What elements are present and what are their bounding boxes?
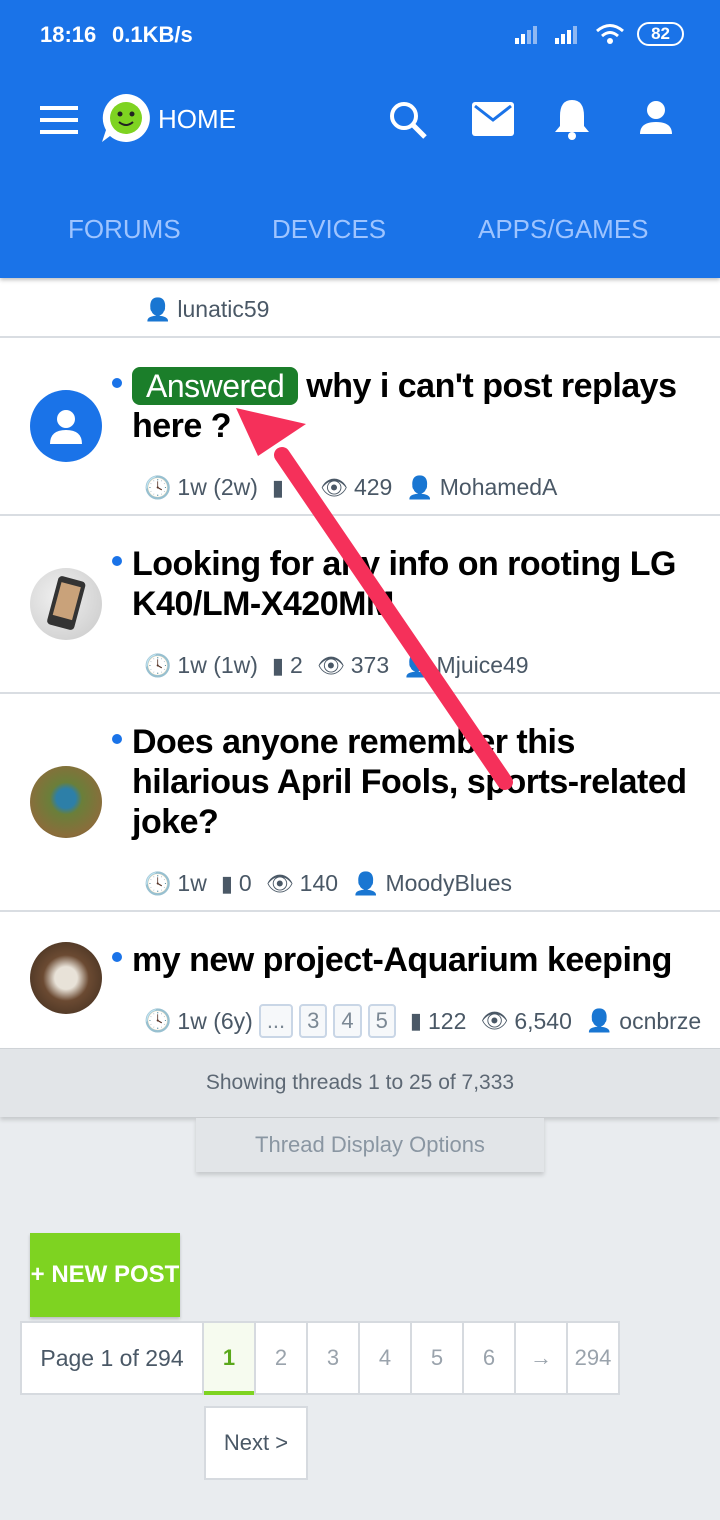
bell-icon[interactable] — [554, 96, 590, 140]
thread-replies: 0 — [238, 870, 252, 896]
avatar[interactable] — [30, 568, 102, 640]
next-page-button[interactable]: Next > — [204, 1406, 308, 1480]
tab-devices[interactable]: DEVICES — [272, 214, 386, 245]
clock-icon: 🕓 — [144, 870, 172, 896]
clock: 18:16 — [40, 22, 97, 47]
user-icon: 👤 — [352, 870, 380, 896]
eye-icon: 👁 — [480, 1008, 509, 1033]
thread-row[interactable]: Answered why i can't post replays here ? … — [0, 338, 720, 516]
status-icons: 82 — [515, 22, 684, 46]
phone-avatar-icon — [47, 576, 86, 630]
search-icon[interactable] — [388, 100, 428, 140]
mail-icon[interactable] — [472, 102, 514, 136]
tab-apps-games[interactable]: APPS/GAMES — [478, 214, 649, 245]
thread-replies: 122 — [428, 1007, 467, 1034]
page-indicator: Page 1 of 294 — [22, 1323, 204, 1393]
thread-replies: 2 — [290, 652, 303, 678]
unread-dot — [112, 952, 122, 962]
unread-dot — [112, 378, 122, 388]
page-link-last[interactable]: 294 — [568, 1323, 618, 1393]
thread-age: 1w — [177, 870, 207, 896]
thread-age: 1w (1w) — [177, 652, 258, 678]
thread-author[interactable]: ocnbrze — [619, 1008, 701, 1035]
network-speed: 0.1KB/s — [112, 22, 193, 47]
app-header: 18:16 0.1KB/s 82 HOME FORUMS DEVICES APP… — [0, 0, 720, 278]
page-jump-arrow[interactable]: → — [516, 1323, 568, 1393]
signal-icon — [555, 26, 578, 44]
eye-icon: 👁 — [316, 652, 345, 678]
pagination: Page 1 of 294 1 2 3 4 5 6 → 294 — [20, 1321, 620, 1395]
account-icon[interactable] — [640, 100, 672, 136]
status-bar: 18:16 0.1KB/s 82 — [0, 0, 720, 70]
page-link[interactable]: 6 — [464, 1323, 516, 1393]
answered-badge: Answered — [132, 367, 299, 405]
avatar[interactable] — [30, 390, 102, 462]
battery-indicator: 82 — [637, 22, 684, 46]
thread-row[interactable]: Does anyone remember this hilarious Apri… — [0, 694, 720, 912]
thread-views: 6,540 — [514, 1007, 572, 1034]
thread-display-options-button[interactable]: Thread Display Options — [196, 1118, 544, 1172]
xda-logo-icon[interactable] — [100, 92, 152, 144]
comment-icon: ▮ — [271, 652, 285, 678]
thread-views: 140 — [299, 870, 339, 896]
tab-forums[interactable]: FORUMS — [68, 214, 181, 245]
clock-icon: 🕓 — [144, 652, 172, 678]
comment-icon: ▮ — [271, 474, 285, 500]
comment-icon: ▮ — [220, 870, 233, 896]
unread-dot — [112, 734, 122, 744]
threads-summary-bar: Showing threads 1 to 25 of 7,333 — [0, 1048, 720, 1117]
thread-row[interactable]: Looking for any info on rooting LG K40/L… — [0, 516, 720, 694]
user-icon: 👤 — [403, 652, 431, 678]
eye-icon: 👁 — [265, 870, 294, 896]
page-link[interactable]: 2 — [256, 1323, 308, 1393]
clock-icon: 🕓 — [144, 1008, 172, 1033]
thread-author[interactable]: lunatic59 — [177, 296, 269, 323]
thread-row[interactable]: my new project-Aquarium keeping 🕓 1w (6y… — [0, 912, 720, 1048]
thread-meta: 🕓 1w (1w) ▮ 2 👁 373 👤 Mjuice49 — [144, 652, 529, 679]
thread-author[interactable]: Mjuice49 — [437, 652, 529, 679]
thread-author[interactable]: MoodyBlues — [385, 870, 512, 897]
user-icon: 👤 — [144, 296, 172, 322]
thread-age: 1w (6y) — [177, 1007, 253, 1034]
user-icon: 👤 — [406, 474, 434, 500]
section-tabs: FORUMS DEVICES APPS/GAMES — [0, 200, 720, 260]
thread-page-link[interactable]: 5 — [367, 1004, 396, 1038]
thread-title[interactable]: Does anyone remember this hilarious Apri… — [132, 722, 712, 842]
eye-icon: 👁 — [320, 474, 348, 500]
thread-views: 373 — [350, 652, 390, 678]
thread-meta: 👤 lunatic59 — [144, 296, 269, 323]
unread-dot — [112, 556, 122, 566]
thread-age: 1w (2w) — [177, 474, 258, 500]
default-user-icon — [50, 410, 82, 444]
new-post-button[interactable]: + NEW POST — [30, 1233, 180, 1317]
hamburger-menu-icon[interactable] — [40, 106, 80, 134]
page-link[interactable]: 4 — [360, 1323, 412, 1393]
page-link[interactable]: 3 — [308, 1323, 360, 1393]
user-icon: 👤 — [585, 1008, 614, 1033]
top-app-bar: HOME — [0, 86, 720, 150]
threads-count: Showing threads 1 to 25 of 7,333 — [205, 1071, 515, 1094]
home-link[interactable]: HOME — [158, 104, 236, 135]
thread-title[interactable]: my new project-Aquarium keeping — [132, 940, 712, 980]
thread-title[interactable]: Looking for any info on rooting LG K40/L… — [132, 544, 712, 624]
avatar[interactable] — [30, 942, 102, 1014]
clock-icon: 🕓 — [144, 474, 172, 500]
thread-page-link[interactable]: 3 — [299, 1004, 328, 1038]
thread-title[interactable]: Answered why i can't post replays here ? — [132, 366, 712, 446]
thread-author[interactable]: MohamedA — [440, 474, 558, 501]
avatar[interactable] — [30, 766, 102, 838]
thread-meta: 🕓 1w ▮ 0 👁 140 👤 MoodyBlues — [144, 870, 512, 897]
thread-meta: 🕓 1w (6y) ... 3 4 5 ▮ 122 👁 6,540 👤 ocnb… — [144, 1004, 701, 1038]
thread-page-link[interactable]: ... — [258, 1004, 294, 1038]
thread-views: 429 — [353, 474, 393, 500]
thread-page-link[interactable]: 4 — [333, 1004, 362, 1038]
wifi-icon — [596, 24, 625, 44]
page-link[interactable]: 5 — [412, 1323, 464, 1393]
page-link-current[interactable]: 1 — [204, 1323, 256, 1395]
signal-icon — [515, 26, 538, 44]
thread-meta: 🕓 1w (2w) ▮ 👁 429 👤 MohamedA — [144, 474, 557, 501]
comment-icon: ▮ — [409, 1008, 423, 1033]
